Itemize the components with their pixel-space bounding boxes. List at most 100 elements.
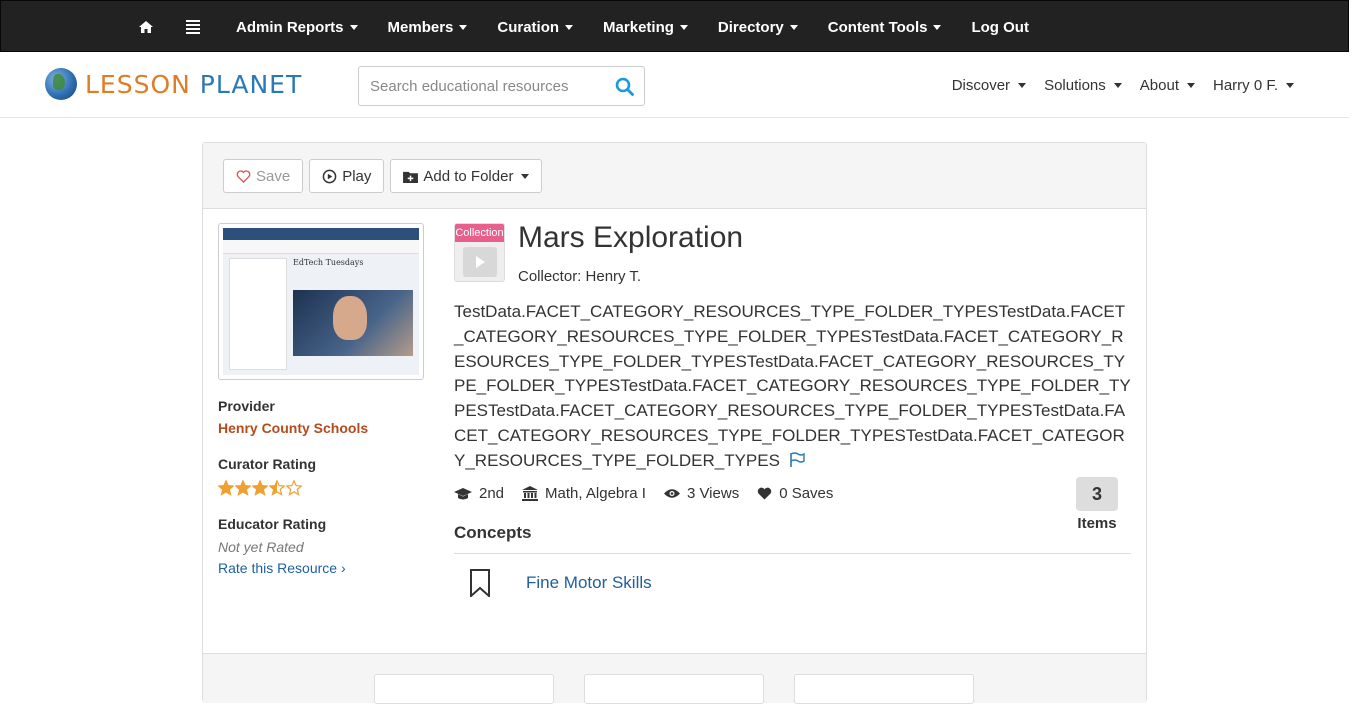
user-name-label: Harry 0 F. <box>1212 76 1278 94</box>
concepts-heading: Concepts <box>454 523 1131 554</box>
search-icon <box>615 77 634 96</box>
concept-link[interactable]: Fine Motor Skills <box>526 573 652 593</box>
list-button[interactable] <box>171 1 221 53</box>
admin-reports-label: Admin Reports <box>236 18 344 36</box>
user-menu[interactable]: Harry 0 F. <box>1195 77 1294 94</box>
caret-down-icon <box>679 24 688 30</box>
views-meta: 3 Views <box>663 485 740 502</box>
subject-text: Math, Algebra I <box>545 485 646 502</box>
thumbnail-header <box>223 240 419 254</box>
educator-rating-label: Educator Rating <box>218 516 327 532</box>
collection-badge-label: Collection <box>455 224 504 242</box>
admin-reports-menu[interactable]: Admin Reports <box>221 1 373 53</box>
home-icon <box>136 21 156 33</box>
subject-meta: Math, Algebra I <box>522 485 646 502</box>
admin-bar: Admin Reports Members Curation Marketing… <box>0 0 1349 52</box>
discover-label: Discover <box>951 76 1011 94</box>
resource-description: TestData.FACET_CATEGORY_RESOURCES_TYPE_F… <box>454 300 1131 474</box>
collection-item-card[interactable] <box>584 674 764 704</box>
resource-title: Mars Exploration <box>518 221 744 254</box>
list-icon <box>186 20 206 34</box>
members-menu[interactable]: Members <box>373 1 483 53</box>
search-input[interactable] <box>359 68 604 104</box>
collection-badge: Collection <box>454 223 505 282</box>
discover-menu[interactable]: Discover <box>934 76 1027 94</box>
flag-icon[interactable] <box>789 452 806 467</box>
about-menu[interactable]: About <box>1122 77 1195 94</box>
star-full-icon <box>218 480 234 496</box>
curator-rating-label: Curator Rating <box>218 456 316 472</box>
caret-down-icon <box>521 173 530 179</box>
thumbnail-person <box>333 296 367 340</box>
caret-down-icon <box>933 24 942 30</box>
resource-thumbnail[interactable]: EdTech Tuesdays <box>218 223 424 380</box>
site-header: LESSON PLANET Discover Solutions About H… <box>0 52 1349 118</box>
save-button[interactable]: Save <box>223 159 304 193</box>
search-box <box>358 66 645 106</box>
provider-label: Provider <box>218 398 275 414</box>
search-button[interactable] <box>604 67 644 105</box>
curator-rating-stars <box>218 480 424 496</box>
marketing-menu[interactable]: Marketing <box>588 1 703 53</box>
collector-text: Collector: Henry T. <box>518 268 642 285</box>
thumbnail-navbar <box>223 228 419 240</box>
collection-item-card[interactable] <box>794 674 974 704</box>
directory-label: Directory <box>717 18 784 36</box>
description-text: TestData.FACET_CATEGORY_RESOURCES_TYPE_F… <box>454 302 1131 470</box>
content-tools-menu[interactable]: Content Tools <box>813 1 957 53</box>
caret-down-icon <box>1113 82 1122 88</box>
caret-down-icon <box>565 24 574 30</box>
eye-icon <box>663 489 680 498</box>
star-empty-icon <box>286 480 302 496</box>
thumbnail-video <box>293 290 413 356</box>
heart-outline-icon <box>236 169 251 183</box>
thumbnail-title: EdTech Tuesdays <box>293 258 364 267</box>
resource-panel: Save Play Add to Folder EdTech Tuesdays … <box>202 142 1147 704</box>
grade-meta: 2nd <box>454 485 504 502</box>
institution-icon <box>522 486 539 501</box>
star-full-icon <box>252 480 268 496</box>
thumbnail-screenshot: EdTech Tuesdays <box>223 228 419 375</box>
add-to-folder-button[interactable]: Add to Folder <box>390 159 543 193</box>
rate-resource-link[interactable]: Rate this Resource › <box>218 560 424 576</box>
marketing-label: Marketing <box>603 18 674 36</box>
collection-item-card[interactable] <box>374 674 554 704</box>
saves-text: 0 Saves <box>779 485 834 502</box>
resource-meta: 2nd Math, Algebra I 3 Views 0 Saves <box>454 485 851 502</box>
caret-down-icon <box>1018 82 1027 88</box>
provider-link[interactable]: Henry County Schools <box>218 420 424 436</box>
educator-rating-value: Not yet Rated <box>218 539 304 555</box>
log-out-link[interactable]: Log Out <box>956 1 1043 53</box>
lesson-planet-logo[interactable]: LESSON PLANET <box>45 68 302 100</box>
play-icon <box>463 247 497 277</box>
home-button[interactable] <box>121 1 171 53</box>
caret-down-icon <box>349 24 358 30</box>
caret-down-icon <box>1186 82 1195 88</box>
about-label: About <box>1139 76 1179 94</box>
add-to-folder-label: Add to Folder <box>423 167 514 185</box>
concept-item[interactable]: Fine Motor Skills <box>454 569 1131 597</box>
graduation-cap-icon <box>454 487 472 499</box>
directory-menu[interactable]: Directory <box>703 1 813 53</box>
admin-nav: Admin Reports Members Curation Marketing… <box>121 1 1044 53</box>
main-nav: Discover Solutions About Harry 0 F. <box>934 52 1294 118</box>
resource-toolbar: Save Play Add to Folder <box>203 143 1146 209</box>
bookmark-icon <box>454 569 506 597</box>
content-tools-label: Content Tools <box>827 18 928 36</box>
caret-down-icon <box>459 24 468 30</box>
globe-icon <box>45 68 77 100</box>
curation-menu[interactable]: Curation <box>482 1 588 53</box>
resource-sidebar: EdTech Tuesdays Provider Henry County Sc… <box>218 223 424 576</box>
panel-footer <box>203 653 1146 704</box>
heart-icon <box>757 487 772 500</box>
logo-text-planet: PLANET <box>199 69 303 99</box>
views-text: 3 Views <box>686 485 740 502</box>
star-half-icon <box>269 480 285 496</box>
items-count: 3 <box>1076 477 1118 511</box>
save-label: Save <box>256 167 291 185</box>
caret-down-icon <box>1286 82 1294 88</box>
members-label: Members <box>387 18 454 36</box>
play-button[interactable]: Play <box>309 159 385 193</box>
logo-text-lesson: LESSON <box>85 69 191 99</box>
solutions-menu[interactable]: Solutions <box>1026 77 1122 94</box>
